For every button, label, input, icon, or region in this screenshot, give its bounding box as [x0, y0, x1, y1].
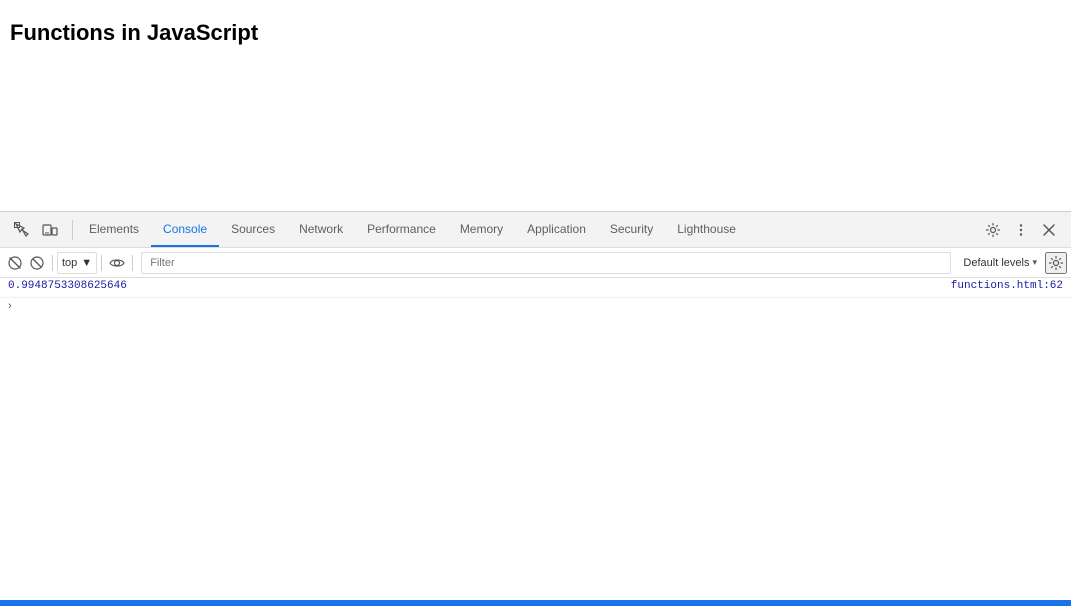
console-prompt-arrow: ›: [8, 300, 12, 312]
tab-security[interactable]: Security: [598, 212, 665, 247]
devtools-toolbar: Elements Console Sources Network Perform…: [0, 212, 1071, 248]
block-button[interactable]: [26, 252, 48, 274]
clear-console-button[interactable]: [4, 252, 26, 274]
toolbar-separator-1: [72, 220, 73, 240]
tab-elements[interactable]: Elements: [77, 212, 151, 247]
console-separator-1: [52, 255, 53, 271]
tab-console[interactable]: Console: [151, 212, 219, 247]
more-options-button[interactable]: [1009, 218, 1033, 242]
filter-input[interactable]: [141, 252, 951, 274]
console-toolbar: top ▼ Default levels ▾: [0, 248, 1071, 278]
context-value: top: [62, 257, 77, 269]
inspect-element-button[interactable]: [10, 218, 34, 242]
toolbar-right-icons: [975, 218, 1067, 242]
page-title: Functions in JavaScript: [10, 20, 1061, 46]
console-output-source[interactable]: functions.html:62: [951, 280, 1063, 292]
tab-sources[interactable]: Sources: [219, 212, 287, 247]
tab-memory[interactable]: Memory: [448, 212, 515, 247]
device-toolbar-button[interactable]: [38, 218, 62, 242]
eye-button[interactable]: [106, 252, 128, 274]
console-prompt-line: ›: [0, 298, 1071, 314]
bottom-bar: [0, 600, 1071, 606]
console-separator-3: [132, 255, 133, 271]
tab-network[interactable]: Network: [287, 212, 355, 247]
tab-application[interactable]: Application: [515, 212, 598, 247]
default-levels-arrow: ▾: [1032, 257, 1037, 268]
context-dropdown-arrow: ▼: [81, 257, 92, 269]
console-output-value: 0.9948753308625646: [8, 280, 127, 292]
tab-lighthouse[interactable]: Lighthouse: [665, 212, 748, 247]
page-content: Functions in JavaScript: [0, 0, 1071, 210]
default-levels-label: Default levels: [963, 257, 1029, 269]
devtools-panel: Elements Console Sources Network Perform…: [0, 211, 1071, 606]
default-levels-dropdown[interactable]: Default levels ▾: [955, 252, 1045, 274]
console-settings-button[interactable]: [1045, 252, 1067, 274]
devtools-tabs: Elements Console Sources Network Perform…: [77, 212, 975, 247]
context-selector[interactable]: top ▼: [57, 252, 97, 274]
console-output: 0.9948753308625646 functions.html:62 ›: [0, 278, 1071, 606]
console-line-1: 0.9948753308625646 functions.html:62: [0, 278, 1071, 298]
close-devtools-button[interactable]: [1037, 218, 1061, 242]
settings-button[interactable]: [981, 218, 1005, 242]
tab-performance[interactable]: Performance: [355, 212, 448, 247]
console-separator-2: [101, 255, 102, 271]
devtools-icons-left: [4, 218, 68, 242]
